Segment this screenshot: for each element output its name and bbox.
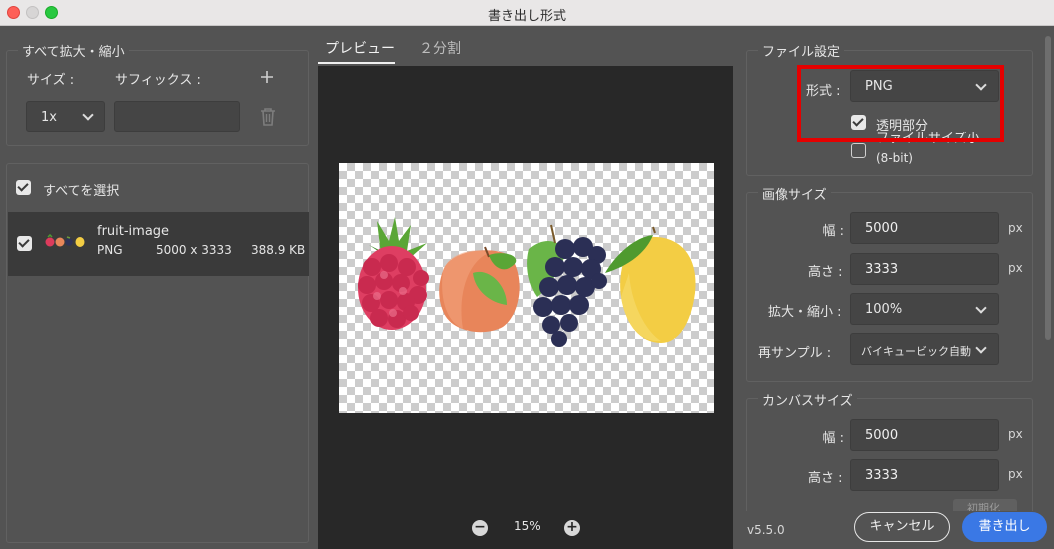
canvas-height-unit: px	[1008, 467, 1023, 481]
size-label: サイズ :	[27, 73, 75, 88]
fruit-illustration	[358, 217, 696, 347]
canvas-height-label: 高さ :	[808, 471, 843, 486]
resample-select[interactable]: バイキュービック自動	[850, 333, 999, 365]
plus-circle-icon[interactable]: +	[564, 520, 580, 536]
canvas-width-input[interactable]: 5000	[850, 419, 999, 451]
asset-thumbnail	[45, 233, 87, 248]
cancel-button[interactable]: キャンセル	[854, 512, 950, 542]
select-all-label: すべてを選択	[43, 184, 120, 199]
asset-checkbox[interactable]	[17, 236, 32, 251]
image-width-input[interactable]: 5000	[850, 212, 999, 244]
select-all-checkbox[interactable]	[16, 180, 31, 195]
image-scale-label: 拡大・縮小 :	[768, 305, 842, 320]
trash-icon[interactable]	[259, 107, 277, 127]
smaller-file-checkbox[interactable]	[851, 143, 866, 158]
export-button[interactable]: 書き出し	[962, 512, 1047, 542]
peach-image	[439, 246, 520, 333]
preview-canvas	[339, 163, 714, 413]
active-tab-indicator	[318, 62, 395, 64]
canvas-size-legend: カンバスサイズ	[758, 390, 857, 409]
canvas-width-unit: px	[1008, 427, 1023, 441]
grapes-image	[527, 224, 607, 347]
scale-select[interactable]: 1x	[26, 101, 105, 132]
asset-row-fruit-image[interactable]: fruit-image PNG 5000 x 3333 388.9 KB	[8, 212, 309, 276]
tab-two-up[interactable]: ２分割	[419, 38, 461, 58]
chevron-down-icon	[82, 109, 94, 121]
zoom-level: 15%	[514, 519, 541, 533]
image-height-input[interactable]: 3333	[850, 253, 999, 285]
minus-circle-icon[interactable]: −	[472, 520, 488, 536]
chevron-down-icon	[975, 302, 987, 314]
suffix-label: サフィックス :	[115, 73, 201, 88]
resample-label: 再サンプル :	[758, 346, 832, 361]
image-height-label: 高さ :	[808, 265, 843, 280]
asset-dimensions: 5000 x 3333	[156, 243, 232, 257]
file-settings-legend: ファイル設定	[758, 41, 845, 60]
chevron-down-icon	[975, 342, 987, 354]
image-height-unit: px	[1008, 261, 1023, 275]
asset-file-size: 388.9 KB	[251, 243, 306, 257]
asset-name: fruit-image	[97, 224, 170, 239]
canvas-width-label: 幅 :	[822, 431, 844, 446]
image-scale-select[interactable]: 100%	[850, 293, 999, 325]
plus-icon[interactable]	[259, 69, 275, 85]
image-width-label: 幅 :	[822, 224, 844, 239]
asset-format: PNG	[97, 243, 123, 257]
window-title: 書き出し形式	[487, 9, 566, 24]
format-highlight-box	[797, 65, 1004, 142]
mango-image	[605, 226, 696, 343]
tab-preview[interactable]: プレビュー	[325, 38, 395, 58]
scale-select-value: 1x	[41, 110, 57, 125]
version-label: v5.5.0	[747, 523, 785, 537]
suffix-input[interactable]	[114, 101, 240, 132]
raspberry-image	[358, 217, 429, 330]
preview-area: − 15% +	[318, 66, 733, 549]
image-size-legend: 画像サイズ	[758, 184, 831, 203]
canvas-height-input[interactable]: 3333	[850, 459, 999, 491]
asset-list: すべてを選択 fruit-image PNG 5000 x 3333 388.9…	[6, 163, 309, 543]
image-width-unit: px	[1008, 221, 1023, 235]
title-bar: 書き出し形式	[0, 0, 1054, 26]
smaller-file-sublabel: (8-bit)	[876, 151, 913, 165]
scale-all-legend: すべて拡大・縮小	[18, 41, 129, 60]
settings-scrollbar[interactable]	[1045, 36, 1051, 340]
reset-button[interactable]: 初期化	[953, 499, 1017, 511]
